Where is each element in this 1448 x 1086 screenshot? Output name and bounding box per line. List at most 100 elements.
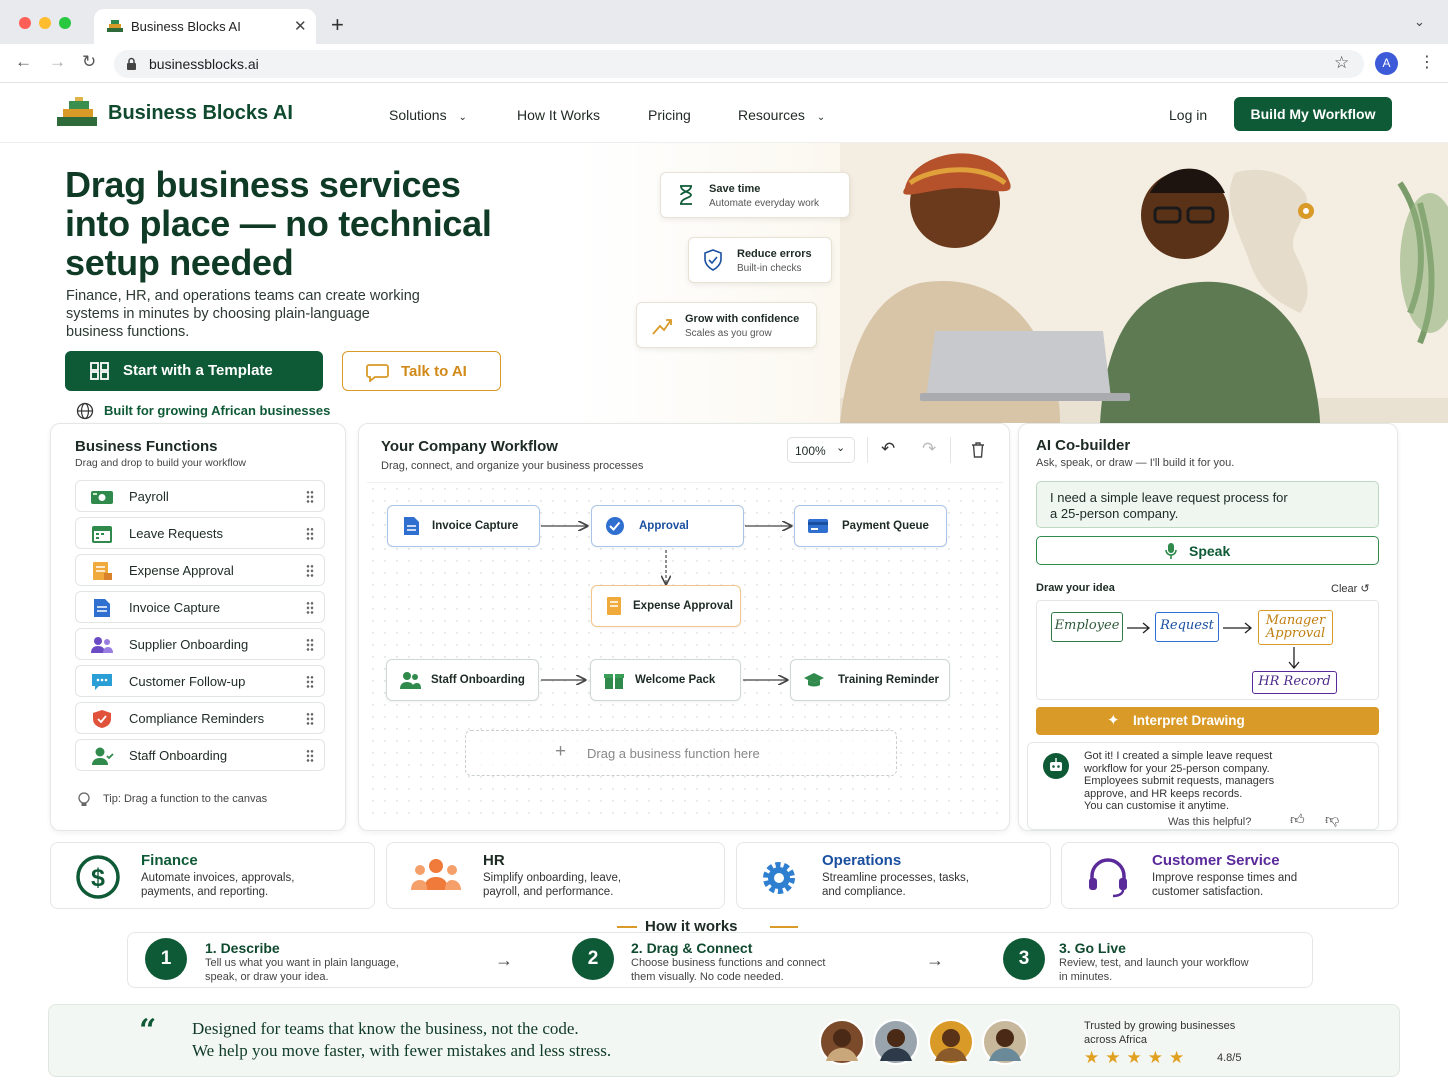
workflow-panel: Your Company Workflow Drag, connect, and…: [358, 423, 1010, 831]
node-welcome-pack[interactable]: Welcome Pack: [590, 659, 741, 701]
headset-icon: [1089, 858, 1127, 898]
thumbs-up-icon[interactable]: 👍︎: [1290, 811, 1305, 828]
login-link[interactable]: Log in: [1169, 107, 1207, 123]
window-minimize-button[interactable]: [39, 17, 51, 29]
shield-icon: [93, 710, 111, 728]
clear-button[interactable]: Clear ↺: [1331, 582, 1370, 595]
function-item-leave-requests[interactable]: Leave Requests: [75, 517, 325, 549]
business-functions-panel: Business Functions Drag and drop to buil…: [50, 423, 346, 831]
drag-handle-icon[interactable]: [306, 601, 314, 615]
tab-close-icon[interactable]: ✕: [294, 17, 307, 35]
drag-handle-icon[interactable]: [306, 749, 314, 763]
browser-menu-icon[interactable]: ⋮: [1419, 52, 1435, 72]
payroll-icon: [91, 491, 113, 504]
node-approval[interactable]: Approval: [591, 505, 744, 547]
drag-handle-icon[interactable]: [306, 564, 314, 578]
bot-avatar-icon: [1043, 753, 1069, 779]
card-icon: [808, 519, 828, 533]
category-operations[interactable]: Operations Streamline processes, tasks, a…: [736, 842, 1051, 909]
nav-resources[interactable]: Resources ⌄: [738, 107, 825, 123]
invoice-icon: [404, 517, 419, 535]
category-finance[interactable]: $ Finance Automate invoices, approvals, p…: [50, 842, 375, 909]
back-arrow-icon[interactable]: ←: [15, 52, 32, 72]
node-payment-queue[interactable]: Payment Queue: [794, 505, 947, 547]
window-close-button[interactable]: [19, 17, 31, 29]
step-title: 1. Describe: [205, 940, 280, 956]
gear-icon: [763, 862, 795, 894]
shield-check-icon: [704, 249, 722, 271]
chat-icon: [92, 674, 112, 690]
avatar: [819, 1019, 865, 1065]
talk-to-ai-button[interactable]: Talk to AI: [342, 351, 501, 391]
reload-icon[interactable]: ↻: [82, 52, 96, 72]
node-invoice-capture[interactable]: Invoice Capture: [387, 505, 540, 547]
node-training-reminder[interactable]: Training Reminder: [790, 659, 950, 701]
build-workflow-button[interactable]: Build My Workflow: [1234, 97, 1392, 131]
chevron-down-icon: ⌄: [458, 112, 467, 123]
drag-handle-icon[interactable]: [306, 527, 314, 541]
supplier-icon: [91, 637, 113, 653]
rating-value: 4.8/5: [1217, 1052, 1242, 1064]
drag-handle-icon[interactable]: [306, 638, 314, 652]
hero-tagline: Built for growing African businesses: [104, 403, 331, 418]
star-rating-icon: ★★★★★: [1084, 1048, 1191, 1067]
sketch-arrows: [1127, 622, 1300, 670]
reset-icon: ↺: [1360, 583, 1370, 595]
nav-solutions[interactable]: Solutions ⌄: [389, 107, 467, 123]
category-hr[interactable]: HR Simplify onboarding, leave, payroll, a…: [386, 842, 725, 909]
prompt-input[interactable]: I need a simple leave request process fo…: [1036, 481, 1379, 528]
function-item-customer-followup[interactable]: Customer Follow-up: [75, 665, 325, 697]
check-circle-icon: [606, 517, 624, 535]
team-icon: [400, 672, 421, 689]
thumbs-down-icon[interactable]: 👎︎: [1325, 811, 1339, 828]
testimonial-quote: Designed for teams that know the busines…: [192, 1019, 612, 1060]
bookmark-star-icon[interactable]: ☆: [1334, 53, 1349, 73]
drag-handle-icon[interactable]: [306, 675, 314, 689]
brand-logo-icon[interactable]: [55, 97, 101, 129]
expense-icon: [607, 597, 621, 615]
function-item-payroll[interactable]: Payroll: [75, 480, 325, 512]
person-icon: [92, 747, 114, 765]
new-tab-button[interactable]: +: [331, 12, 344, 38]
function-item-expense-approval[interactable]: Expense Approval: [75, 554, 325, 586]
ai-response-text: Got it! I created a simple leave request…: [1084, 750, 1275, 812]
drag-handle-icon[interactable]: [306, 712, 314, 726]
avatar-group: [818, 1019, 1043, 1065]
drawing-canvas[interactable]: Employee Request Manager Approval HR Reco…: [1036, 600, 1379, 700]
address-bar-row: ← → ↻ businessblocks.ai ☆ A ⋮: [0, 44, 1448, 83]
step-description: Review, test, and launch your workflow in…: [1059, 957, 1249, 983]
brand-name[interactable]: Business Blocks AI: [108, 102, 293, 125]
step-description: Choose business functions and connect the…: [631, 957, 826, 983]
window-zoom-button[interactable]: [59, 17, 71, 29]
graduation-cap-icon: [804, 673, 824, 687]
avatar: [928, 1019, 974, 1065]
draw-label: Draw your idea: [1036, 582, 1115, 594]
drag-handle-icon[interactable]: [306, 490, 314, 504]
tab-title: Business Blocks AI: [131, 19, 241, 34]
hero-title: Drag business services into place — no te…: [65, 164, 492, 283]
node-staff-onboarding[interactable]: Staff Onboarding: [386, 659, 539, 701]
forward-arrow-icon[interactable]: →: [49, 52, 66, 72]
drop-zone[interactable]: + Drag a business function here: [465, 730, 897, 776]
interpret-drawing-button[interactable]: ✦ Interpret Drawing: [1036, 707, 1379, 735]
step-title: 2. Drag & Connect: [631, 940, 753, 956]
badge-grow-confidence: Grow with confidence Scales as you grow: [636, 302, 817, 348]
function-item-invoice-capture[interactable]: Invoice Capture: [75, 591, 325, 623]
function-item-compliance-reminders[interactable]: Compliance Reminders: [75, 702, 325, 734]
category-customer-service[interactable]: Customer Service Improve response times …: [1061, 842, 1399, 909]
nav-pricing[interactable]: Pricing: [648, 107, 691, 123]
start-template-button[interactable]: Start with a Template: [65, 351, 323, 391]
brand-logo-icon: [107, 20, 123, 32]
step-number: 1: [145, 938, 187, 980]
url-field[interactable]: businessblocks.ai ☆: [114, 50, 1364, 78]
node-expense-approval[interactable]: Expense Approval: [591, 585, 741, 627]
function-item-supplier-onboarding[interactable]: Supplier Onboarding: [75, 628, 325, 660]
microphone-icon: [1165, 543, 1177, 559]
nav-how-it-works[interactable]: How It Works: [517, 107, 600, 123]
tab-list-chevron-icon[interactable]: ⌄: [1414, 14, 1425, 30]
speak-button[interactable]: Speak: [1036, 536, 1379, 565]
profile-avatar[interactable]: A: [1375, 52, 1398, 75]
browser-tab[interactable]: Business Blocks AI ✕: [94, 9, 316, 44]
tip-text: Tip: Drag a function to the canvas: [103, 793, 268, 805]
function-item-staff-onboarding[interactable]: Staff Onboarding: [75, 739, 325, 771]
